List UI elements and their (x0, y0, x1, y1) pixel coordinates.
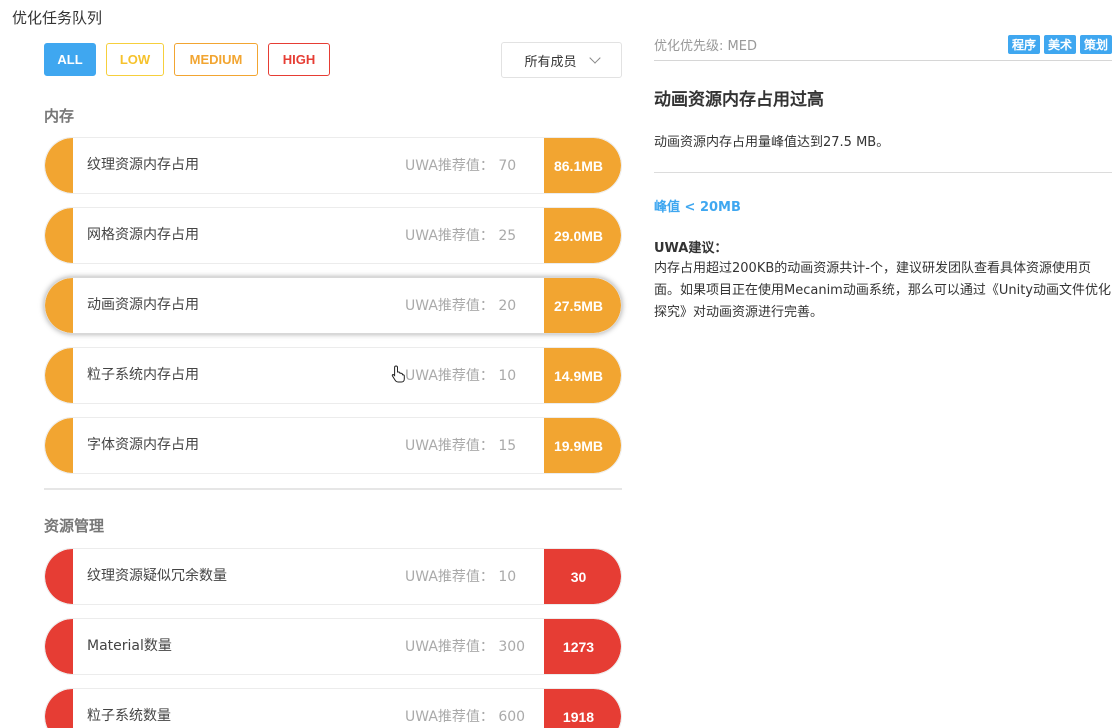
recommended-value: UWA推荐值： 70 (405, 158, 517, 174)
task-row[interactable]: 字体资源内存占用 UWA推荐值： 15 19.9MB (44, 417, 622, 474)
advice-heading: UWA建议： (654, 241, 728, 256)
task-name: 字体资源内存占用 (87, 437, 199, 453)
task-row[interactable]: 纹理资源内存占用 UWA推荐值： 70 86.1MB (44, 137, 622, 194)
filter-high-button[interactable]: HIGH (268, 43, 330, 76)
role-tags: 程序 美术 策划 (1007, 35, 1112, 54)
filter-all-button[interactable]: ALL (44, 43, 96, 76)
member-dropdown-value: 所有成员 (524, 54, 577, 70)
hand-pointer-icon (391, 365, 405, 383)
priority-cap (45, 278, 73, 333)
section-title-resource: 资源管理 (44, 517, 105, 535)
task-name: 粒子系统数量 (87, 708, 171, 724)
chevron-down-icon (588, 51, 601, 64)
task-name: 网格资源内存占用 (87, 227, 199, 243)
tag-art: 美术 (1043, 35, 1076, 54)
peak-threshold: 峰值 < 20MB (654, 200, 741, 215)
priority-cap (45, 619, 73, 674)
task-value-badge: 86.1MB (544, 138, 621, 193)
recommended-value: UWA推荐值： 300 (405, 639, 526, 655)
task-row[interactable]: 粒子系统内存占用 UWA推荐值： 10 14.9MB (44, 347, 622, 404)
tag-design: 策划 (1079, 35, 1112, 54)
priority-filters: ALL LOW MEDIUM HIGH (44, 43, 330, 76)
priority-cap (45, 418, 73, 473)
task-value-badge: 1918 (544, 689, 621, 728)
task-value-badge: 29.0MB (544, 208, 621, 263)
task-name: 动画资源内存占用 (87, 297, 199, 313)
recommended-value: UWA推荐值： 25 (405, 228, 517, 244)
section-divider (44, 488, 622, 490)
member-dropdown[interactable]: 所有成员 (501, 42, 622, 78)
advice-body: 内存占用超过200KB的动画资源共计-个，建议研发团队查看具体资源使用页面。如果… (654, 261, 1111, 320)
task-name: 纹理资源疑似冗余数量 (87, 568, 227, 584)
task-name: Material数量 (87, 638, 172, 654)
priority-cap (45, 208, 73, 263)
priority-cap (45, 138, 73, 193)
task-value-badge: 27.5MB (544, 278, 621, 333)
detail-divider (654, 172, 1112, 173)
priority-cap (45, 348, 73, 403)
recommended-value: UWA推荐值： 10 (405, 569, 517, 585)
priority-label: 优化优先级: MED (654, 39, 757, 54)
recommended-value: UWA推荐值： 15 (405, 438, 517, 454)
task-list-memory: 纹理资源内存占用 UWA推荐值： 70 86.1MB 网格资源内存占用 UWA推… (44, 137, 622, 487)
recommended-value: UWA推荐值： 20 (405, 298, 517, 314)
task-value-badge: 1273 (544, 619, 621, 674)
recommended-value: UWA推荐值： 10 (405, 368, 517, 384)
task-row[interactable]: 网格资源内存占用 UWA推荐值： 25 29.0MB (44, 207, 622, 264)
priority-cap (45, 689, 73, 728)
task-name: 粒子系统内存占用 (87, 367, 199, 383)
task-row[interactable]: 纹理资源疑似冗余数量 UWA推荐值： 10 30 (44, 548, 622, 605)
task-value-badge: 14.9MB (544, 348, 621, 403)
detail-description: 动画资源内存占用量峰值达到27.5 MB。 (654, 135, 890, 150)
task-list-resource: 纹理资源疑似冗余数量 UWA推荐值： 10 30 Material数量 UWA推… (44, 548, 622, 728)
recommended-value: UWA推荐值： 600 (405, 709, 526, 725)
task-row[interactable]: 粒子系统数量 UWA推荐值： 600 1918 (44, 688, 622, 728)
priority-cap (45, 549, 73, 604)
filter-medium-button[interactable]: MEDIUM (174, 43, 258, 76)
task-value-badge: 30 (544, 549, 621, 604)
page-title: 优化任务队列 (12, 9, 103, 27)
filter-low-button[interactable]: LOW (106, 43, 164, 76)
task-name: 纹理资源内存占用 (87, 157, 199, 173)
task-row[interactable]: Material数量 UWA推荐值： 300 1273 (44, 618, 622, 675)
section-title-memory: 内存 (44, 107, 75, 125)
task-value-badge: 19.9MB (544, 418, 621, 473)
task-row-selected[interactable]: 动画资源内存占用 UWA推荐值： 20 27.5MB (44, 277, 622, 334)
detail-title: 动画资源内存占用过高 (654, 90, 824, 110)
tag-programmer: 程序 (1007, 35, 1040, 54)
priority-row: 优化优先级: MED 程序 美术 策划 (654, 33, 1112, 61)
